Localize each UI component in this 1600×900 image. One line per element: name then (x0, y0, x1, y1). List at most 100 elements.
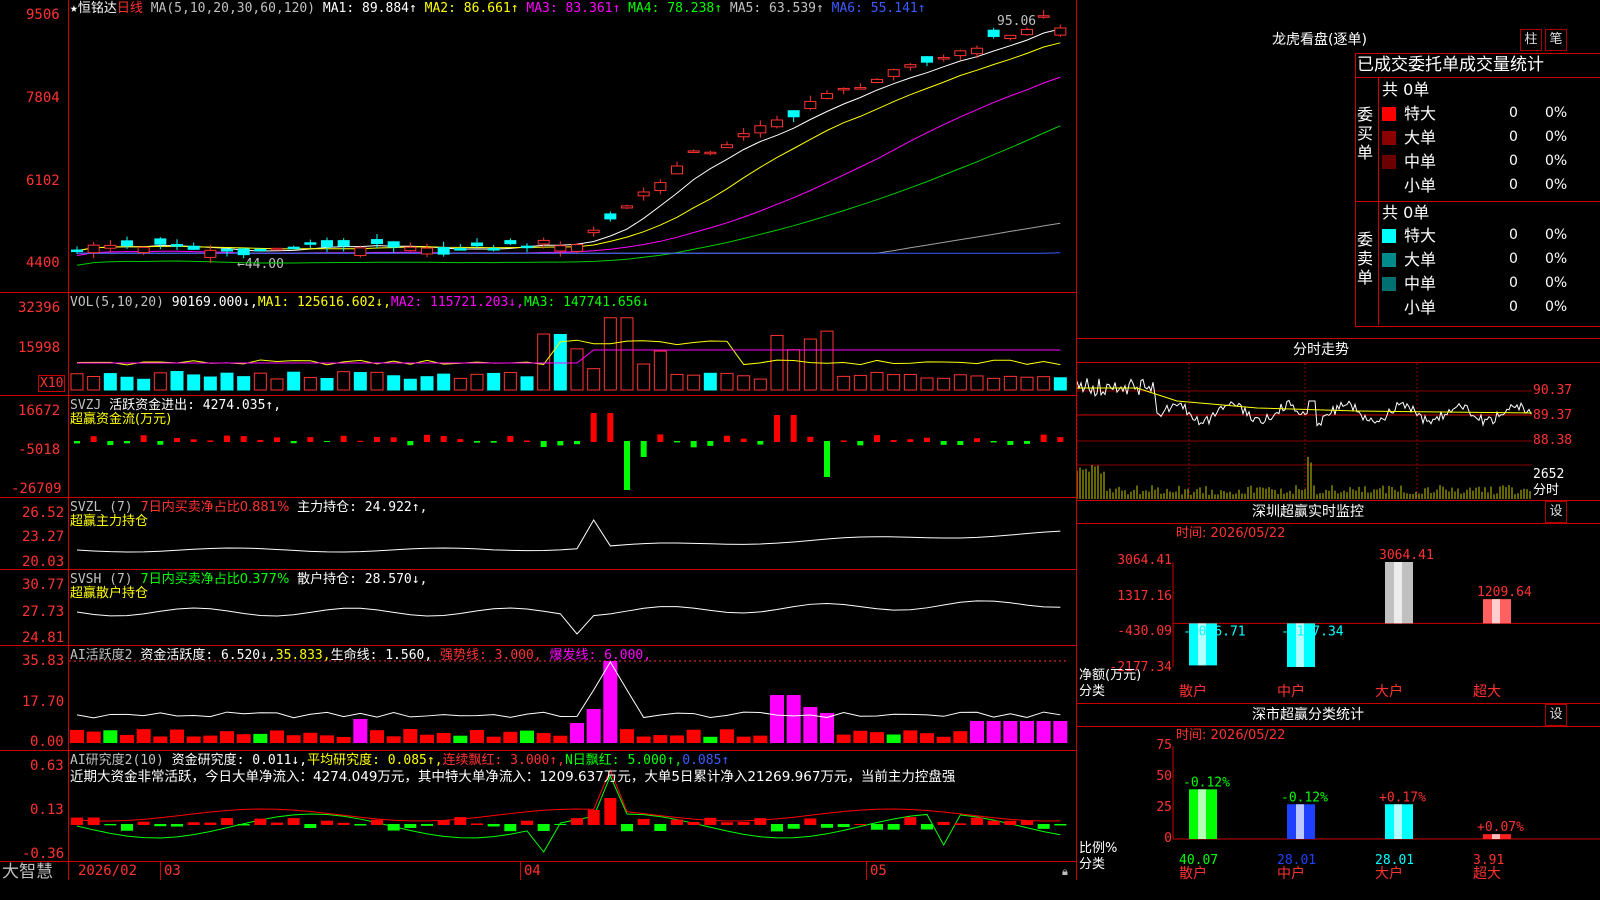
volume-bar (487, 372, 501, 391)
szclass-chart: -0.12%散户-0.12%中户+0.17%大户+0.07%超大40.07 28.… (1172, 746, 1600, 882)
candle-body (304, 242, 317, 245)
flow-bar (190, 439, 197, 442)
volume-bar (803, 338, 817, 391)
flow-bar (357, 440, 364, 442)
lhb-title: 龙虎看盘(逐单) (1272, 32, 1367, 48)
buy-swatch-0 (1382, 107, 1396, 121)
sell-row-pct: 0% (1545, 275, 1568, 291)
flow-bar (790, 415, 797, 442)
sell-row-count: 0 (1509, 227, 1518, 243)
activity-bar (520, 730, 534, 743)
tick-view-button[interactable]: 笔 (1545, 29, 1567, 51)
vol-tick: 15998 (18, 340, 61, 356)
research-bar (671, 819, 683, 825)
bar-percent-label: 28.01 (1277, 853, 1316, 868)
candle-body (804, 100, 817, 110)
activity-bar (1036, 721, 1051, 743)
research-bar (1037, 824, 1050, 829)
buy-row-count: 0 (1509, 153, 1518, 169)
flow-bar (240, 436, 247, 442)
candle-body (487, 247, 500, 251)
research-bar (71, 817, 83, 825)
bar-percent-label: 40.07 (1179, 853, 1218, 868)
candle-body (637, 191, 650, 197)
volume-bar (1037, 376, 1051, 391)
intraday-chart[interactable] (1077, 363, 1532, 499)
bar-view-button[interactable]: 柱 (1520, 29, 1542, 51)
svzl-tick: 23.27 (22, 529, 65, 545)
szmonitor-settings-button[interactable]: 设 (1545, 501, 1567, 523)
research-bar (504, 824, 517, 832)
bar-value-label: -2096.71 (1183, 624, 1246, 639)
flow-bar (407, 441, 414, 446)
vol-unit: X10 (38, 375, 66, 392)
research-bar (587, 810, 600, 825)
flow-bar (90, 436, 97, 442)
lhb-tabs[interactable]: 已成交委托单成交量统计 (1357, 55, 1544, 75)
flow-bar (1057, 437, 1064, 442)
flow-bar (524, 440, 530, 442)
volume-bar (670, 373, 684, 391)
air-tick: 0.63 (30, 758, 64, 774)
volume-bar (237, 376, 251, 391)
svzj-title: SVZJ (70, 398, 102, 413)
lhb-mid-line (1355, 201, 1600, 202)
volume-bar (903, 373, 917, 391)
activity-bar (153, 736, 168, 743)
szclass-settings-button[interactable]: 设 (1545, 704, 1567, 726)
research-bar (387, 824, 400, 831)
vol-ma-line (77, 349, 1061, 364)
activity-bar (320, 735, 334, 743)
volume-bar (253, 372, 267, 391)
activity-bar (103, 730, 118, 743)
candle-body (954, 50, 967, 57)
research-bar (987, 820, 1000, 825)
activity-bar (403, 729, 418, 743)
flow-bar (324, 441, 330, 443)
candle-body (137, 246, 150, 254)
research-bar (254, 818, 267, 825)
ai-strongline: 强势线: 3.000, (440, 648, 542, 663)
buy-row-pct: 0% (1545, 177, 1568, 193)
kline-chart[interactable] (69, 0, 1076, 880)
volume-bar (853, 374, 867, 391)
candle-body (554, 245, 567, 252)
price-tick: 9506 (26, 7, 60, 23)
activity-bar (586, 709, 601, 743)
vol-tick: 32396 (18, 300, 61, 316)
ai-value: 资金活跃度: 6.520↓, (140, 648, 276, 663)
svsh-line (76, 600, 1061, 635)
activity-bar (386, 736, 401, 743)
activity-bar (186, 736, 201, 743)
vol-ma1: MA1: 125616.602↓, (257, 295, 391, 310)
research-bar (754, 818, 767, 825)
research-bar (904, 817, 917, 825)
volume-bar (103, 373, 117, 391)
buy-row-name: 小单 (1404, 176, 1437, 195)
research-bar (404, 824, 417, 828)
research-bar (421, 824, 433, 826)
candle-body (971, 47, 983, 55)
intraday-price-line (1077, 378, 1532, 427)
intraday-price-tick: 88.38 (1533, 433, 1573, 448)
research-bar (971, 817, 983, 825)
volume-bar (170, 371, 184, 391)
candle-body (871, 78, 883, 83)
activity-bar (570, 723, 584, 743)
activity-bar (870, 732, 884, 743)
volume-bar (453, 377, 467, 391)
flow-bar (174, 438, 180, 442)
candle-body (721, 144, 733, 149)
candle-body (754, 125, 767, 134)
research-bar (287, 818, 300, 825)
candle-body (737, 133, 750, 138)
bar-value-label: 3064.41 (1379, 548, 1434, 563)
sell-swatch-0 (1382, 229, 1396, 243)
price-tick: 7804 (26, 90, 60, 106)
volume-bar (637, 363, 651, 391)
candle-body (704, 151, 717, 155)
svsh-title: SVSH (7) (70, 572, 133, 587)
buy-swatch-3 (1382, 179, 1396, 193)
activity-bar (786, 695, 801, 743)
candle-body (621, 205, 633, 209)
